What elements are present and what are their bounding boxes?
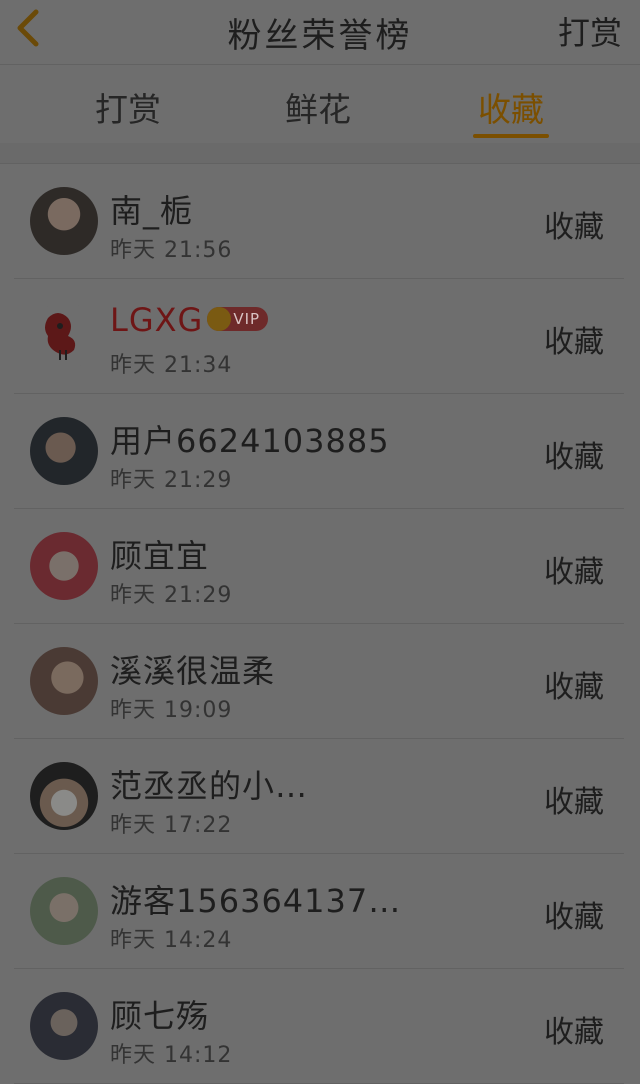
tab-favorites[interactable]: 收藏 (441, 83, 581, 131)
favorite-label: 收藏 (544, 210, 604, 245)
timestamp: 昨天 21:56 (110, 238, 233, 263)
timestamp: 昨天 14:24 (110, 928, 233, 953)
section-divider (0, 143, 640, 164)
list-item[interactable]: LGXG VIP 昨天 21:34 收藏 (14, 279, 624, 394)
favorite-label: 收藏 (544, 1015, 604, 1050)
avatar (30, 187, 98, 255)
user-name: 南_栀 (110, 192, 194, 230)
cartoon-avatar-icon (45, 313, 76, 360)
tab-reward[interactable]: 打赏 (58, 83, 198, 131)
list-item[interactable]: 顾宜宜 昨天 21:29 收藏 (14, 509, 624, 624)
user-name: 用户6624103885 (110, 422, 390, 460)
favorite-label: 收藏 (544, 670, 604, 705)
user-name: 游客156364137… (110, 882, 402, 920)
list-item[interactable]: 用户6624103885 昨天 21:29 收藏 (14, 394, 624, 509)
user-name: 范丞丞的小… (110, 767, 309, 805)
favorite-label: 收藏 (544, 785, 604, 820)
active-tab-indicator (473, 134, 549, 138)
favorite-label: 收藏 (544, 900, 604, 935)
timestamp: 昨天 21:29 (110, 583, 233, 608)
user-name: 顾宜宜 (110, 537, 210, 575)
favorite-label: 收藏 (544, 325, 604, 360)
list-item[interactable]: 南_栀 昨天 21:56 收藏 (14, 164, 624, 279)
avatar (30, 762, 98, 830)
timestamp: 昨天 21:34 (110, 353, 233, 378)
user-name: LGXG VIP (110, 301, 269, 339)
tab-bar: 打赏 鲜花 收藏 (0, 65, 640, 143)
avatar (30, 992, 98, 1060)
user-name: 溪溪很温柔 (110, 652, 276, 690)
header-reward-button[interactable]: 打赏 (558, 8, 622, 54)
timestamp: 昨天 14:12 (110, 1043, 233, 1068)
fan-list: 南_栀 昨天 21:56 收藏 LGXG VIP 昨天 21:34 收藏 用户66… (0, 164, 640, 1084)
user-name: 顾七殇 (110, 997, 210, 1035)
timestamp: 昨天 19:09 (110, 698, 233, 723)
list-item[interactable]: 顾七殇 昨天 14:12 收藏 (14, 969, 624, 1084)
app-header: 粉丝荣誉榜 打赏 (0, 0, 640, 65)
avatar (30, 532, 98, 600)
list-item[interactable]: 溪溪很温柔 昨天 19:09 收藏 (14, 624, 624, 739)
page-title: 粉丝荣誉榜 (227, 16, 413, 56)
avatar (30, 302, 98, 370)
tab-flowers[interactable]: 鲜花 (248, 83, 388, 131)
crown-icon (207, 307, 232, 331)
vip-badge-label: VIP (233, 310, 261, 328)
timestamp: 昨天 21:29 (110, 468, 233, 493)
user-name-text: LGXG (110, 301, 204, 339)
favorite-label: 收藏 (544, 555, 604, 590)
avatar (30, 417, 98, 485)
avatar (30, 647, 98, 715)
vip-badge: VIP (207, 307, 269, 331)
avatar (30, 877, 98, 945)
list-item[interactable]: 游客156364137… 昨天 14:24 收藏 (14, 854, 624, 969)
list-item[interactable]: 范丞丞的小… 昨天 17:22 收藏 (14, 739, 624, 854)
timestamp: 昨天 17:22 (110, 813, 233, 838)
favorite-label: 收藏 (544, 440, 604, 475)
